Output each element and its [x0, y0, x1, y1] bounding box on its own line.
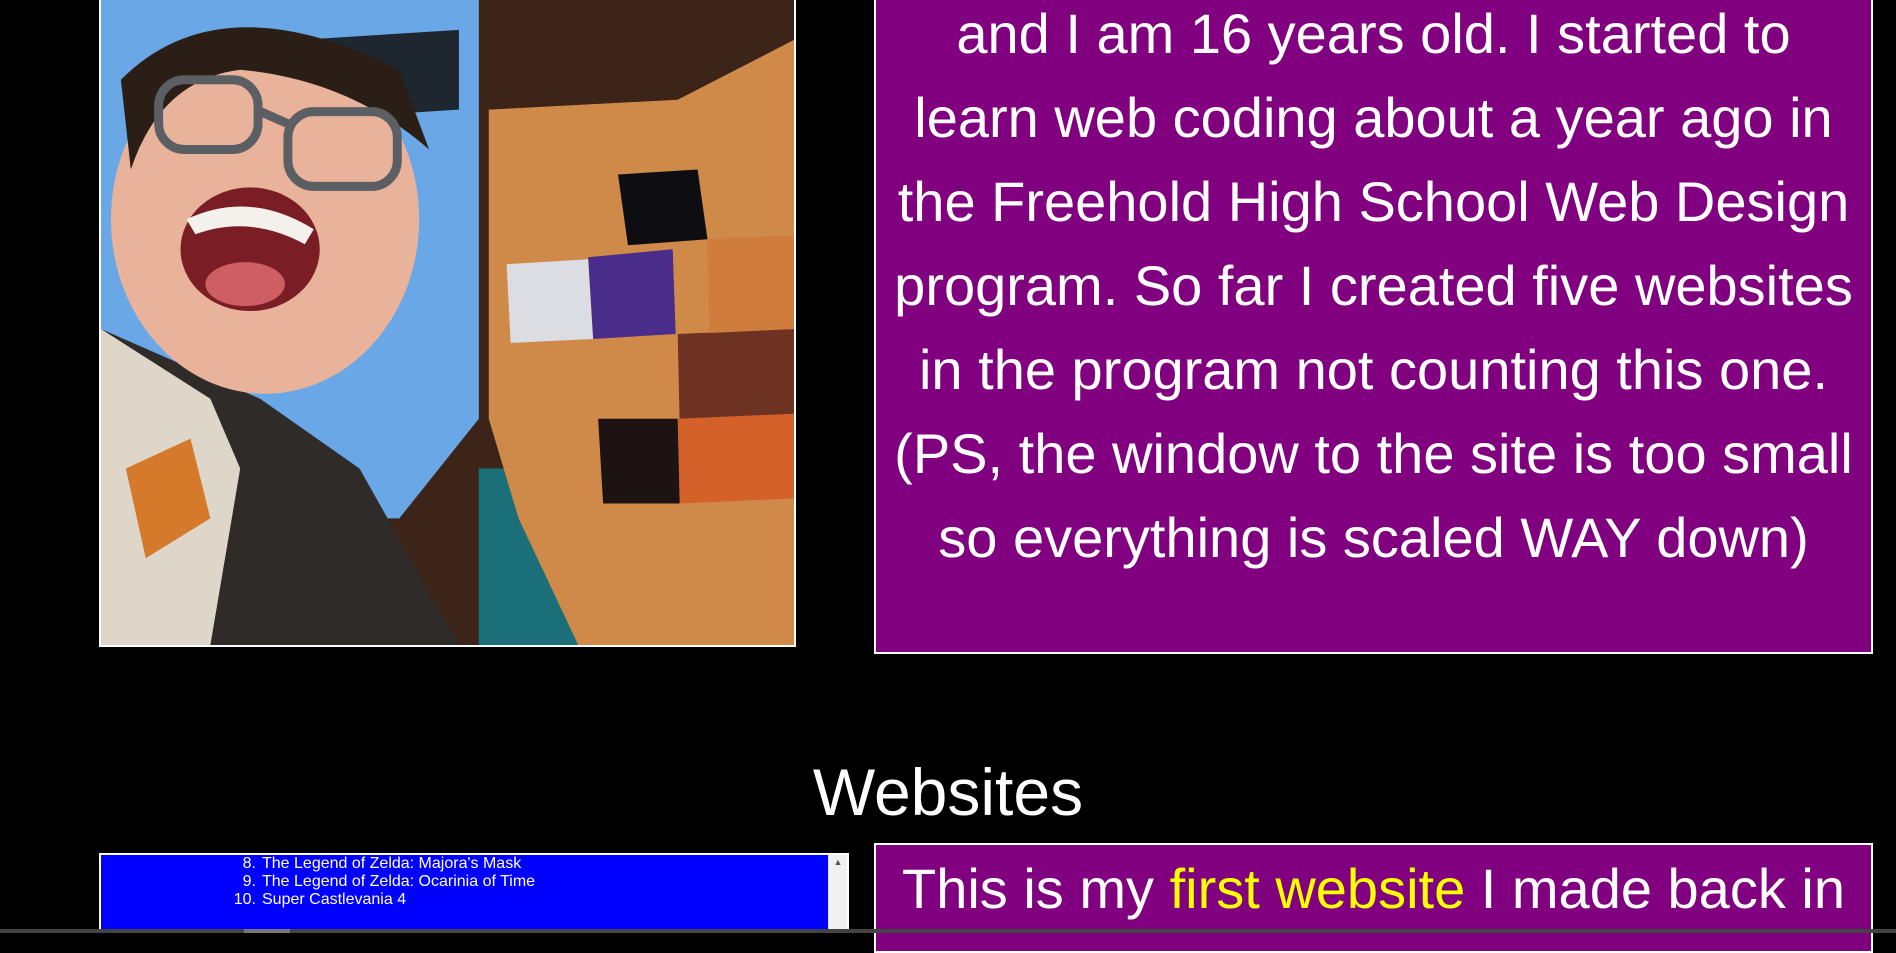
list-item-title: The Legend of Zelda: Majora's Mask	[262, 855, 522, 872]
scroll-up-icon[interactable]: ▲	[829, 855, 847, 869]
list-item: 9. The Legend of Zelda: Ocarinia of Time	[229, 873, 535, 891]
list-item-number: 8.	[242, 855, 256, 872]
description-text-before: This is my	[902, 857, 1170, 920]
list-item-title: Super Castlevania 4	[262, 891, 407, 908]
list-item-number: 10.	[233, 891, 256, 908]
first-website-link[interactable]: first website	[1170, 857, 1466, 920]
first-website-preview-frame[interactable]: 8. The Legend of Zelda: Majora's Mask 9.…	[99, 853, 849, 933]
list-item-number: 9.	[242, 873, 256, 890]
game-list: 8. The Legend of Zelda: Majora's Mask 9.…	[229, 855, 535, 909]
list-item: 8. The Legend of Zelda: Majora's Mask	[229, 855, 535, 873]
horizontal-scrollbar-thumb[interactable]	[244, 929, 290, 933]
profile-photo-image	[101, 0, 794, 645]
preview-scrollbar[interactable]: ▲	[828, 855, 847, 933]
horizontal-scrollbar[interactable]	[0, 929, 1896, 933]
about-me-panel: and I am 16 years old. I started to lear…	[874, 0, 1873, 654]
description-text-after: I made back in	[1465, 857, 1845, 920]
profile-photo	[99, 0, 796, 647]
about-me-text: and I am 16 years old. I started to lear…	[894, 2, 1853, 569]
list-item-title: The Legend of Zelda: Ocarinia of Time	[262, 873, 536, 890]
websites-heading: Websites	[812, 755, 1084, 829]
list-item: 10. Super Castlevania 4	[229, 891, 535, 909]
first-website-description: This is my first website I made back in	[874, 843, 1873, 953]
